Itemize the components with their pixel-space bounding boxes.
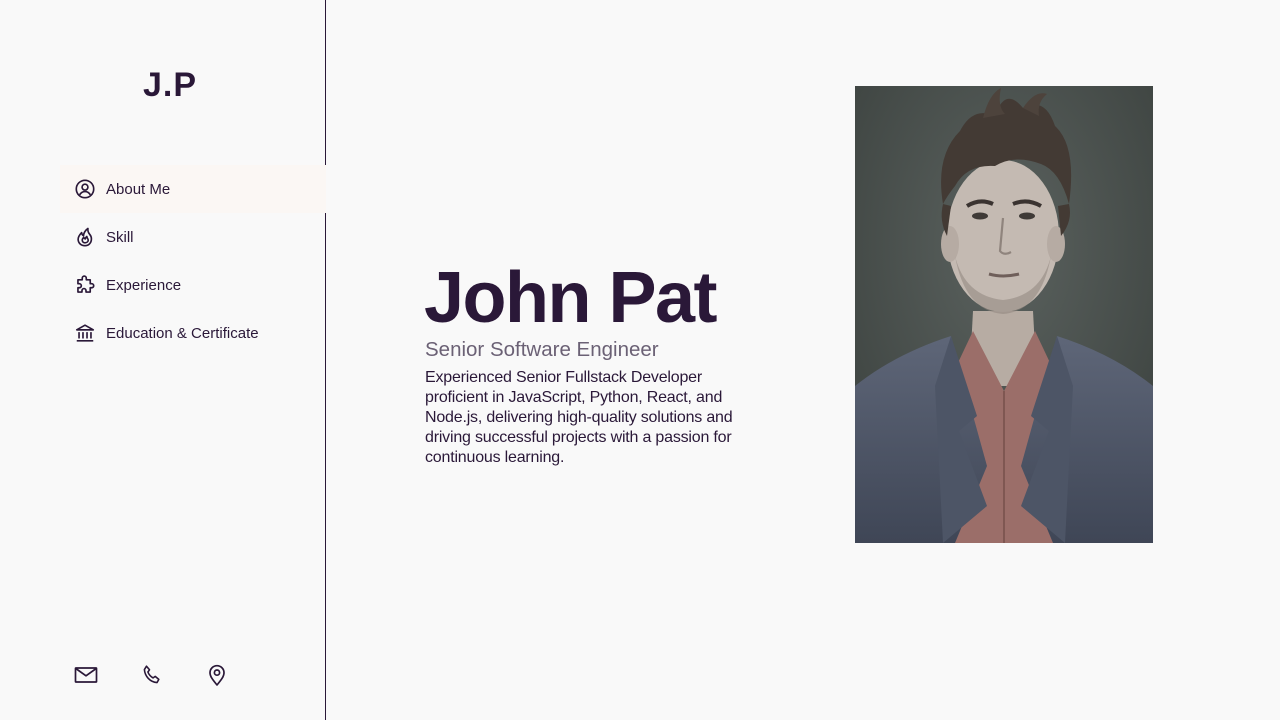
profile-bio: Experienced Senior Fullstack Developer p…: [425, 369, 733, 466]
nav-item-label: Skill: [106, 228, 134, 246]
nav-item-experience[interactable]: Experience: [60, 261, 326, 309]
phone-icon[interactable]: [140, 662, 164, 688]
nav-item-label: Education & Certificate: [106, 324, 259, 342]
nav-item-skill[interactable]: Skill: [60, 213, 326, 261]
profile-title: Senior Software Engineer: [425, 338, 659, 361]
nav-item-about-me[interactable]: About Me: [60, 165, 326, 213]
sidebar: J.P About Me Skill Experience Education …: [0, 0, 326, 720]
mail-icon[interactable]: [74, 662, 98, 688]
map-pin-icon[interactable]: [205, 662, 229, 688]
user-circle-icon: [74, 178, 96, 200]
sidebar-nav: About Me Skill Experience Education & Ce…: [60, 165, 326, 357]
profile-name: John Pat: [424, 258, 718, 338]
logo[interactable]: J.P: [0, 66, 340, 105]
nav-item-education[interactable]: Education & Certificate: [60, 309, 326, 357]
contact-links: [74, 662, 229, 688]
portfolio-page: J.P About Me Skill Experience Education …: [0, 0, 1280, 720]
nav-item-label: Experience: [106, 276, 182, 294]
nav-item-label: About Me: [106, 180, 171, 198]
bank-icon: [74, 322, 96, 344]
puzzle-icon: [74, 274, 96, 296]
profile-photo: [855, 86, 1153, 543]
flame-icon: [74, 226, 96, 248]
